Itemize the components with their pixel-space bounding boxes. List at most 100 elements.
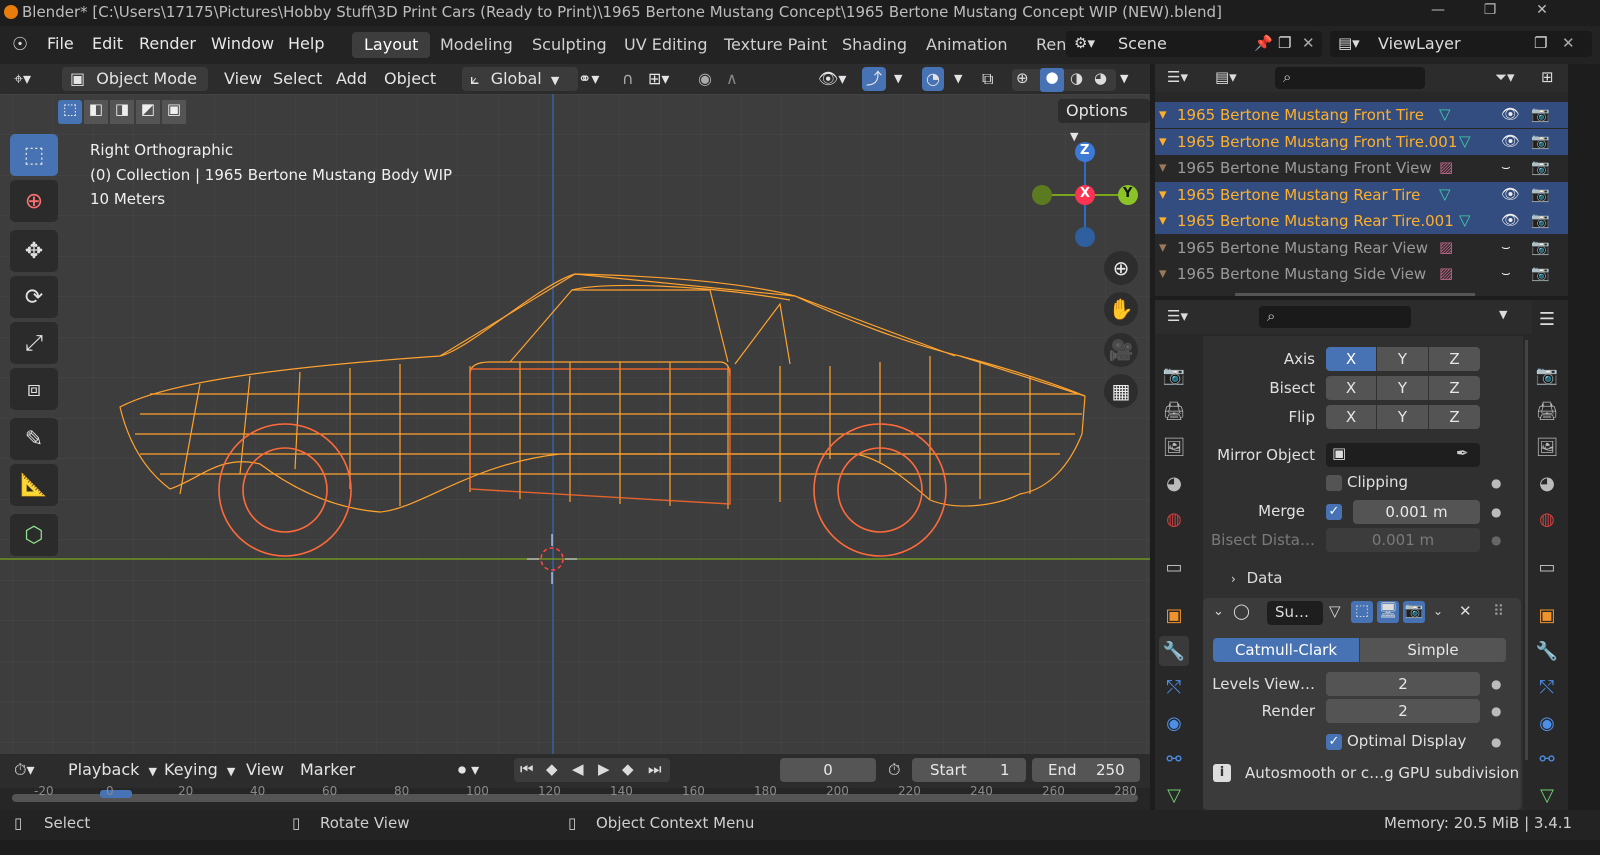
axis-x-toggle[interactable]: X xyxy=(1326,347,1376,371)
bisect-y-toggle[interactable]: Y xyxy=(1377,376,1428,400)
viewport-display-toggle-icon[interactable]: 🖥 xyxy=(1377,601,1399,623)
visibility-icon[interactable]: 👁▾ xyxy=(818,67,846,91)
xray-toggle-icon[interactable]: ⧉ xyxy=(982,67,993,91)
jump-keyframe-back-icon[interactable]: ◆ xyxy=(546,760,558,778)
scene-selector[interactable]: ⚙▾ Scene 📌 ❐ ✕ xyxy=(1066,31,1322,57)
particles-properties-icon[interactable]: ⤲ xyxy=(1159,672,1189,702)
gizmo-x-label[interactable]: X xyxy=(1080,186,1090,201)
current-frame-field[interactable]: 0 xyxy=(780,758,876,782)
data-type-icon[interactable]: ▨ xyxy=(1439,158,1453,176)
secondary-view-layer-icon[interactable]: 🖼 xyxy=(1532,432,1562,462)
gizmo-toggle-icon[interactable]: ⤴ xyxy=(862,67,887,91)
filter-icon[interactable]: ⏷▾ xyxy=(1495,68,1515,86)
secondary-physics-icon[interactable]: ◉ xyxy=(1532,708,1562,738)
clipping-keyframe-dot[interactable]: ● xyxy=(1491,476,1501,490)
axis-z-toggle[interactable]: Z xyxy=(1429,347,1480,371)
tab-sculpting[interactable]: Sculpting xyxy=(520,32,619,58)
camera-view-icon[interactable]: 🎥 xyxy=(1104,333,1138,367)
select-subtract-icon[interactable]: ◨ xyxy=(110,100,134,124)
optimal-display-keyframe-dot[interactable]: ● xyxy=(1491,735,1501,749)
render-camera-icon[interactable]: 📷 xyxy=(1531,264,1550,282)
tab-modeling[interactable]: Modeling xyxy=(428,32,525,58)
outliner-row[interactable]: ▾ 1965 Bertone Mustang Front View ▨ ⌣ 📷 xyxy=(1155,155,1568,181)
solid-shading-icon[interactable]: ● xyxy=(1040,68,1064,92)
secondary-world-icon[interactable]: ◍ xyxy=(1532,504,1562,534)
eye-visibility-icon[interactable]: ⌣ xyxy=(1501,238,1511,256)
material-shading-icon[interactable]: ◑ xyxy=(1070,69,1083,87)
levels-viewport-keyframe-dot[interactable]: ● xyxy=(1491,677,1501,691)
maximize-icon[interactable]: ❐ xyxy=(1480,2,1500,22)
flip-x-toggle[interactable]: X xyxy=(1326,405,1376,429)
mode-dropdown[interactable]: ▣ Object Mode ▼ xyxy=(62,67,208,111)
output-properties-icon[interactable]: 🖨 xyxy=(1159,396,1189,426)
outliner-row[interactable]: ▾ 1965 Bertone Mustang Rear Tire.001 ▽ 👁 📷 xyxy=(1155,208,1568,234)
tab-uv-editing[interactable]: UV Editing xyxy=(612,32,719,58)
render-camera-icon[interactable]: 📷 xyxy=(1531,185,1550,203)
levels-viewport-field[interactable]: 2 xyxy=(1326,672,1480,696)
render-camera-icon[interactable]: 📷 xyxy=(1531,158,1550,176)
select-intersect-icon[interactable]: ▣ xyxy=(162,100,186,124)
jump-end-icon[interactable]: ⏭ xyxy=(648,760,662,778)
wireframe-shading-icon[interactable]: ⊕ xyxy=(1016,69,1029,87)
menu-object[interactable]: Object xyxy=(384,67,436,91)
outliner-row[interactable]: ▾ 1965 Bertone Mustang Rear Tire ▽ 👁 📷 xyxy=(1155,181,1568,208)
view-layer-properties-icon[interactable]: 🖼 xyxy=(1159,432,1189,462)
eye-visibility-icon[interactable]: 👁 xyxy=(1501,185,1520,203)
snap-icon[interactable]: ∩ xyxy=(622,67,634,91)
menu-help[interactable]: Help xyxy=(288,34,324,53)
playhead-marker[interactable] xyxy=(100,790,132,798)
menu-view[interactable]: View xyxy=(224,67,262,91)
gizmo-dropdown-icon[interactable]: ▼ xyxy=(894,67,902,91)
end-frame-field[interactable]: End 250 xyxy=(1032,758,1140,782)
play-icon[interactable]: ▶ xyxy=(598,760,610,778)
outliner-search-input[interactable]: ⌕ xyxy=(1275,67,1425,89)
keying-menu[interactable]: Keying ▼ xyxy=(164,758,235,782)
secondary-data-icon[interactable]: ▽ xyxy=(1532,780,1562,810)
tab-layout[interactable]: Layout xyxy=(352,32,431,58)
menu-edit[interactable]: Edit xyxy=(92,34,123,53)
tab-animation[interactable]: Animation xyxy=(914,32,1020,58)
transform-tool-icon[interactable]: ⧈ xyxy=(10,368,58,410)
secondary-object-icon[interactable]: ▣ xyxy=(1532,600,1562,630)
outliner-editor-type-icon[interactable]: ☰▾ xyxy=(1167,68,1188,86)
render-camera-icon[interactable]: 📷 xyxy=(1531,238,1550,256)
data-type-icon[interactable]: ▽ xyxy=(1439,105,1451,123)
snap-target-icon[interactable]: ⊞▾ xyxy=(648,67,669,91)
outliner-row[interactable]: ▾ 1965 Bertone Mustang Front Tire.001 ▽ 👁 📷 xyxy=(1155,128,1568,155)
cursor-tool-icon[interactable]: ⊕ xyxy=(10,180,58,222)
data-subpanel-header[interactable]: › Data xyxy=(1231,569,1282,587)
render-toggle-icon[interactable]: 📷 xyxy=(1403,601,1425,623)
remove-modifier-icon[interactable]: ✕ xyxy=(1459,602,1472,620)
editor-type-icon[interactable]: ⌖▾ xyxy=(14,67,31,91)
shading-dropdown-icon[interactable]: ▼ xyxy=(1120,67,1128,91)
remove-view-layer-icon[interactable]: ✕ xyxy=(1562,34,1575,52)
annotate-tool-icon[interactable]: ✎ xyxy=(10,418,58,460)
physics-properties-icon[interactable]: ◉ xyxy=(1159,708,1189,738)
merge-checkbox[interactable]: ✓ xyxy=(1326,504,1342,520)
proportional-edit-icon[interactable]: ◉ xyxy=(698,67,712,91)
catmull-clark-button[interactable]: Catmull-Clark xyxy=(1213,638,1359,662)
render-properties-icon[interactable]: 📷 xyxy=(1159,360,1189,390)
secondary-editor-type-icon[interactable]: ☰ xyxy=(1532,304,1562,334)
data-properties-icon[interactable]: ▽ xyxy=(1159,780,1189,810)
render-camera-icon[interactable]: 📷 xyxy=(1531,211,1550,229)
timeline-editor-type-icon[interactable]: ⏱▾ xyxy=(14,758,35,782)
remove-scene-icon[interactable]: ✕ xyxy=(1302,34,1315,52)
axis-y-toggle[interactable]: Y xyxy=(1377,347,1428,371)
scale-tool-icon[interactable]: ⤢ xyxy=(10,322,58,364)
modifier-menu-chevron-icon[interactable]: ⌄ xyxy=(1433,604,1443,618)
flip-y-toggle[interactable]: Y xyxy=(1377,405,1428,429)
overlay-toggle-icon[interactable]: ◔ xyxy=(922,67,944,91)
new-collection-icon[interactable]: ⊞ xyxy=(1541,68,1554,86)
blender-menu-icon[interactable]: ☉ xyxy=(12,34,28,55)
rotate-tool-icon[interactable]: ⟳ xyxy=(10,276,58,318)
options-dropdown[interactable]: Options ▼ xyxy=(1058,99,1150,143)
secondary-particles-icon[interactable]: ⤲ xyxy=(1532,672,1562,702)
render-camera-icon[interactable]: 📷 xyxy=(1531,132,1550,150)
menu-window[interactable]: Window xyxy=(211,34,274,53)
eye-visibility-icon[interactable]: 👁 xyxy=(1501,105,1520,123)
transform-orientation-dropdown[interactable]: ⟀ Global ▼ xyxy=(462,67,578,91)
outliner-row[interactable]: ▾ 1965 Bertone Mustang Rear View ▨ ⌣ 📷 xyxy=(1155,235,1568,261)
play-reverse-icon[interactable]: ◀ xyxy=(572,760,584,778)
tab-shading[interactable]: Shading xyxy=(830,32,919,58)
